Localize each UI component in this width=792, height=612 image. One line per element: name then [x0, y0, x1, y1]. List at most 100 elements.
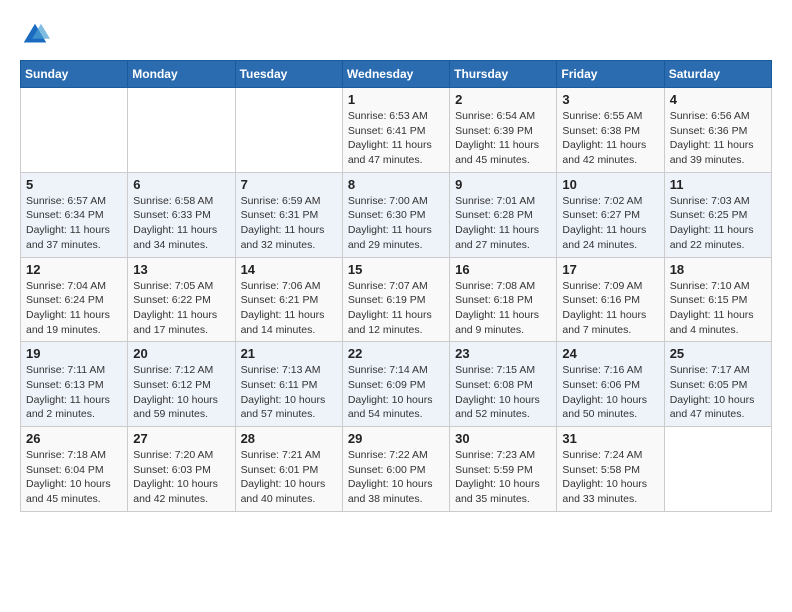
- day-info: Sunrise: 7:20 AM Sunset: 6:03 PM Dayligh…: [133, 448, 229, 507]
- day-number: 31: [562, 431, 658, 446]
- calendar-cell: 2 Sunrise: 6:54 AM Sunset: 6:39 PM Daylig…: [450, 88, 557, 173]
- day-info: Sunrise: 7:06 AM Sunset: 6:21 PM Dayligh…: [241, 279, 337, 338]
- day-number: 2: [455, 92, 551, 107]
- day-info: Sunrise: 7:17 AM Sunset: 6:05 PM Dayligh…: [670, 363, 766, 422]
- calendar-cell: 31 Sunrise: 7:24 AM Sunset: 5:58 PM Dayli…: [557, 427, 664, 512]
- calendar-cell: 8 Sunrise: 7:00 AM Sunset: 6:30 PM Daylig…: [342, 172, 449, 257]
- day-number: 27: [133, 431, 229, 446]
- calendar-cell: 9 Sunrise: 7:01 AM Sunset: 6:28 PM Daylig…: [450, 172, 557, 257]
- day-info: Sunrise: 7:10 AM Sunset: 6:15 PM Dayligh…: [670, 279, 766, 338]
- day-number: 20: [133, 346, 229, 361]
- day-info: Sunrise: 7:12 AM Sunset: 6:12 PM Dayligh…: [133, 363, 229, 422]
- calendar-cell: 3 Sunrise: 6:55 AM Sunset: 6:38 PM Daylig…: [557, 88, 664, 173]
- calendar-cell: 24Sunrise: 7:16 AM Sunset: 6:06 PM Dayli…: [557, 342, 664, 427]
- day-number: 10: [562, 177, 658, 192]
- logo: [20, 20, 54, 50]
- day-info: Sunrise: 6:57 AM Sunset: 6:34 PM Dayligh…: [26, 194, 122, 253]
- day-number: 4: [670, 92, 766, 107]
- weekday-header: Saturday: [664, 61, 771, 88]
- calendar-cell: 13 Sunrise: 7:05 AM Sunset: 6:22 PM Dayli…: [128, 257, 235, 342]
- day-number: 21: [241, 346, 337, 361]
- calendar-cell: 7Sunrise: 6:59 AM Sunset: 6:31 PM Daylig…: [235, 172, 342, 257]
- day-number: 23: [455, 346, 551, 361]
- calendar-cell: 15 Sunrise: 7:07 AM Sunset: 6:19 PM Dayli…: [342, 257, 449, 342]
- day-info: Sunrise: 7:16 AM Sunset: 6:06 PM Dayligh…: [562, 363, 658, 422]
- day-number: 17: [562, 262, 658, 277]
- day-number: 26: [26, 431, 122, 446]
- calendar-cell: 21Sunrise: 7:13 AM Sunset: 6:11 PM Dayli…: [235, 342, 342, 427]
- calendar-cell: 26 Sunrise: 7:18 AM Sunset: 6:04 PM Dayli…: [21, 427, 128, 512]
- weekday-header: Tuesday: [235, 61, 342, 88]
- calendar-cell: 28 Sunrise: 7:21 AM Sunset: 6:01 PM Dayli…: [235, 427, 342, 512]
- calendar-cell: 1 Sunrise: 6:53 AM Sunset: 6:41 PM Daylig…: [342, 88, 449, 173]
- calendar-cell: 10 Sunrise: 7:02 AM Sunset: 6:27 PM Dayli…: [557, 172, 664, 257]
- day-info: Sunrise: 7:00 AM Sunset: 6:30 PM Dayligh…: [348, 194, 444, 253]
- calendar-cell: 16 Sunrise: 7:08 AM Sunset: 6:18 PM Dayli…: [450, 257, 557, 342]
- day-number: 19: [26, 346, 122, 361]
- calendar-cell: 19Sunrise: 7:11 AM Sunset: 6:13 PM Dayli…: [21, 342, 128, 427]
- day-info: Sunrise: 7:22 AM Sunset: 6:00 PM Dayligh…: [348, 448, 444, 507]
- calendar-cell: [21, 88, 128, 173]
- weekday-header-row: SundayMondayTuesdayWednesdayThursdayFrid…: [21, 61, 772, 88]
- weekday-header: Monday: [128, 61, 235, 88]
- day-info: Sunrise: 7:23 AM Sunset: 5:59 PM Dayligh…: [455, 448, 551, 507]
- calendar-cell: 14 Sunrise: 7:06 AM Sunset: 6:21 PM Dayli…: [235, 257, 342, 342]
- day-number: 16: [455, 262, 551, 277]
- calendar-week-row: 19Sunrise: 7:11 AM Sunset: 6:13 PM Dayli…: [21, 342, 772, 427]
- calendar-cell: [235, 88, 342, 173]
- day-number: 25: [670, 346, 766, 361]
- day-number: 29: [348, 431, 444, 446]
- calendar-week-row: 1 Sunrise: 6:53 AM Sunset: 6:41 PM Daylig…: [21, 88, 772, 173]
- day-number: 6: [133, 177, 229, 192]
- day-number: 9: [455, 177, 551, 192]
- day-number: 8: [348, 177, 444, 192]
- calendar-table: SundayMondayTuesdayWednesdayThursdayFrid…: [20, 60, 772, 512]
- day-number: 12: [26, 262, 122, 277]
- weekday-header: Thursday: [450, 61, 557, 88]
- day-info: Sunrise: 7:05 AM Sunset: 6:22 PM Dayligh…: [133, 279, 229, 338]
- day-number: 5: [26, 177, 122, 192]
- day-info: Sunrise: 7:03 AM Sunset: 6:25 PM Dayligh…: [670, 194, 766, 253]
- day-info: Sunrise: 7:01 AM Sunset: 6:28 PM Dayligh…: [455, 194, 551, 253]
- day-number: 15: [348, 262, 444, 277]
- day-number: 14: [241, 262, 337, 277]
- day-info: Sunrise: 7:14 AM Sunset: 6:09 PM Dayligh…: [348, 363, 444, 422]
- day-info: Sunrise: 7:21 AM Sunset: 6:01 PM Dayligh…: [241, 448, 337, 507]
- calendar-cell: 23 Sunrise: 7:15 AM Sunset: 6:08 PM Dayli…: [450, 342, 557, 427]
- day-info: Sunrise: 7:24 AM Sunset: 5:58 PM Dayligh…: [562, 448, 658, 507]
- day-info: Sunrise: 7:15 AM Sunset: 6:08 PM Dayligh…: [455, 363, 551, 422]
- day-info: Sunrise: 6:55 AM Sunset: 6:38 PM Dayligh…: [562, 109, 658, 168]
- day-info: Sunrise: 6:59 AM Sunset: 6:31 PM Dayligh…: [241, 194, 337, 253]
- day-number: 1: [348, 92, 444, 107]
- calendar-cell: 17 Sunrise: 7:09 AM Sunset: 6:16 PM Dayli…: [557, 257, 664, 342]
- calendar-cell: 22Sunrise: 7:14 AM Sunset: 6:09 PM Dayli…: [342, 342, 449, 427]
- day-info: Sunrise: 7:09 AM Sunset: 6:16 PM Dayligh…: [562, 279, 658, 338]
- day-info: Sunrise: 6:56 AM Sunset: 6:36 PM Dayligh…: [670, 109, 766, 168]
- day-info: Sunrise: 6:54 AM Sunset: 6:39 PM Dayligh…: [455, 109, 551, 168]
- day-number: 28: [241, 431, 337, 446]
- day-info: Sunrise: 7:07 AM Sunset: 6:19 PM Dayligh…: [348, 279, 444, 338]
- day-info: Sunrise: 7:08 AM Sunset: 6:18 PM Dayligh…: [455, 279, 551, 338]
- calendar-cell: 25 Sunrise: 7:17 AM Sunset: 6:05 PM Dayli…: [664, 342, 771, 427]
- weekday-header: Wednesday: [342, 61, 449, 88]
- day-number: 13: [133, 262, 229, 277]
- calendar-cell: 12Sunrise: 7:04 AM Sunset: 6:24 PM Dayli…: [21, 257, 128, 342]
- calendar-cell: 20 Sunrise: 7:12 AM Sunset: 6:12 PM Dayli…: [128, 342, 235, 427]
- calendar-cell: [128, 88, 235, 173]
- logo-icon: [20, 20, 50, 50]
- page-header: [20, 20, 772, 50]
- calendar-cell: 6Sunrise: 6:58 AM Sunset: 6:33 PM Daylig…: [128, 172, 235, 257]
- day-info: Sunrise: 7:02 AM Sunset: 6:27 PM Dayligh…: [562, 194, 658, 253]
- calendar-cell: 29 Sunrise: 7:22 AM Sunset: 6:00 PM Dayli…: [342, 427, 449, 512]
- day-number: 18: [670, 262, 766, 277]
- day-number: 3: [562, 92, 658, 107]
- calendar-week-row: 26 Sunrise: 7:18 AM Sunset: 6:04 PM Dayli…: [21, 427, 772, 512]
- day-info: Sunrise: 7:18 AM Sunset: 6:04 PM Dayligh…: [26, 448, 122, 507]
- day-info: Sunrise: 6:53 AM Sunset: 6:41 PM Dayligh…: [348, 109, 444, 168]
- calendar-cell: 18 Sunrise: 7:10 AM Sunset: 6:15 PM Dayli…: [664, 257, 771, 342]
- weekday-header: Friday: [557, 61, 664, 88]
- day-number: 11: [670, 177, 766, 192]
- calendar-week-row: 5 Sunrise: 6:57 AM Sunset: 6:34 PM Daylig…: [21, 172, 772, 257]
- calendar-cell: 11 Sunrise: 7:03 AM Sunset: 6:25 PM Dayli…: [664, 172, 771, 257]
- calendar-week-row: 12Sunrise: 7:04 AM Sunset: 6:24 PM Dayli…: [21, 257, 772, 342]
